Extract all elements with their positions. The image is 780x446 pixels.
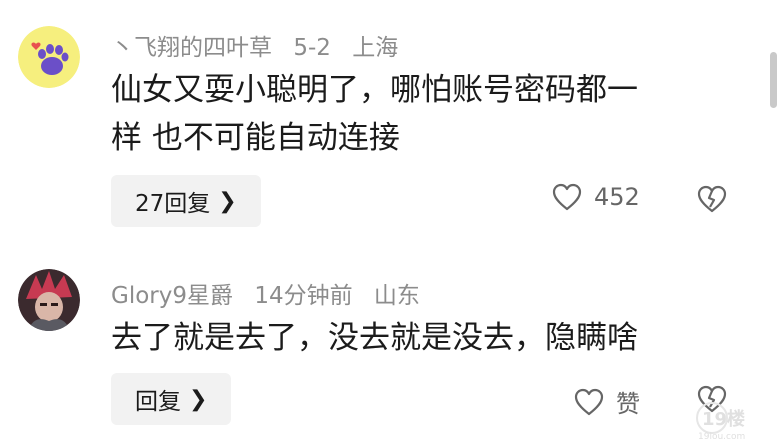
chevron-right-icon: ❯	[189, 386, 208, 412]
avatar[interactable]	[18, 269, 80, 331]
reply-button[interactable]: 27回复 ❯	[111, 175, 261, 227]
watermark-text: 19楼	[702, 408, 745, 430]
like-label: 赞	[616, 390, 640, 418]
like-button[interactable]: 赞	[574, 384, 640, 419]
username[interactable]: Glory9星爵	[111, 283, 233, 309]
username[interactable]: 丶飞翔的四叶草	[111, 35, 272, 61]
comment-meta: 丶飞翔的四叶草 5-2 上海	[111, 28, 412, 62]
heart-icon	[574, 388, 604, 415]
comment-text: 仙女又耍小聪明了，哪怕账号密码都一 样 也不可能自动连接	[111, 66, 751, 162]
comment-location: 上海	[352, 35, 399, 61]
19lou-watermark-logo: 19楼 19lou.com	[696, 400, 768, 442]
chevron-right-icon: ❯	[218, 188, 237, 214]
comment-text-line: 样 也不可能自动连接	[111, 120, 400, 156]
scrollbar[interactable]	[770, 52, 777, 108]
like-button[interactable]: 452	[552, 183, 640, 211]
anime-character-avatar	[18, 269, 80, 331]
cat-paw-heart-icon	[18, 26, 80, 88]
reply-label: 27回复	[135, 191, 211, 217]
reply-button[interactable]: 回复 ❯	[111, 373, 232, 425]
comment-text-line: 去了就是去了，没去就是没去，隐瞒啥	[111, 320, 638, 356]
like-count: 452	[594, 183, 640, 211]
heart-icon	[552, 183, 582, 211]
comment-meta: Glory9星爵 14分钟前 山东	[111, 276, 434, 310]
comment-date: 5-2	[293, 35, 331, 61]
comment-text: 去了就是去了，没去就是没去，隐瞒啥	[111, 314, 751, 362]
watermark-subtext: 19lou.com	[698, 432, 745, 440]
avatar[interactable]	[18, 26, 80, 88]
comment-date: 14分钟前	[254, 283, 353, 309]
comment-location: 山东	[373, 283, 420, 309]
reply-label: 回复	[135, 389, 181, 415]
dislike-button[interactable]	[697, 185, 727, 217]
broken-heart-icon	[697, 185, 727, 213]
comment-text-line: 仙女又耍小聪明了，哪怕账号密码都一	[111, 72, 638, 108]
